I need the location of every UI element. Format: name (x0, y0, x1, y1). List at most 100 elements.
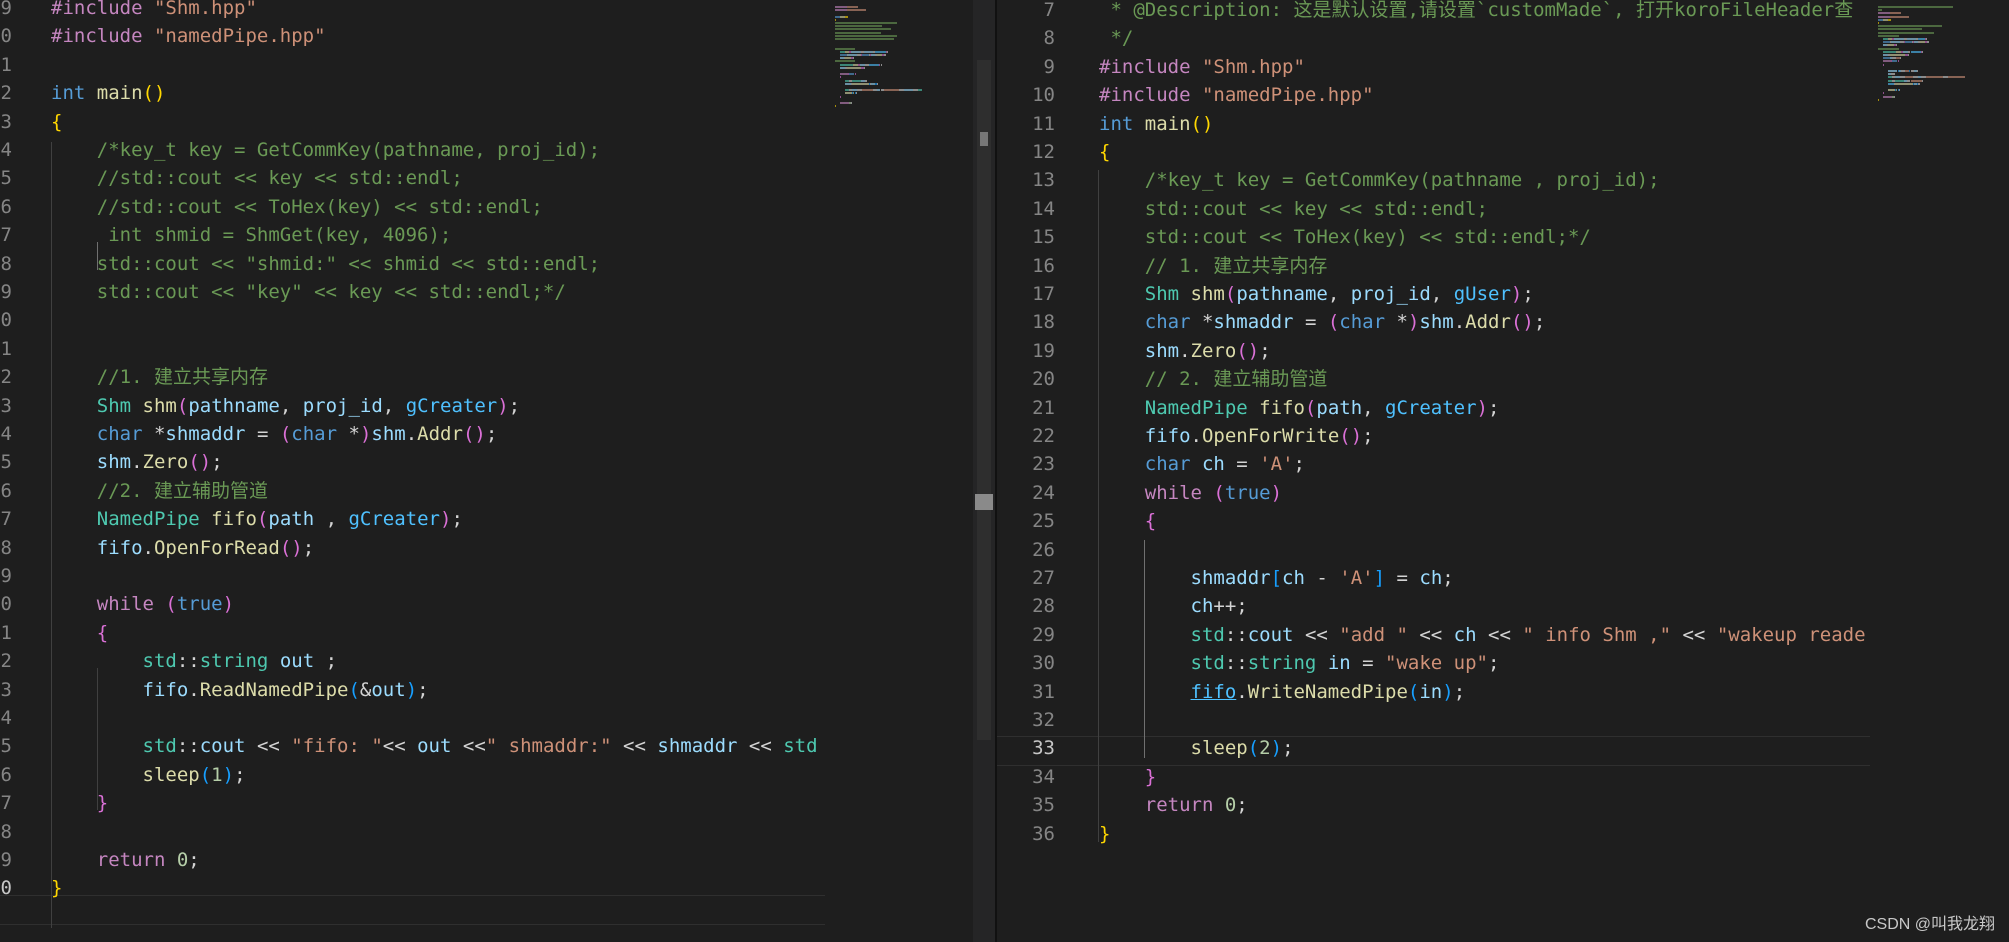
code-line[interactable]: 19 shm.Zero(); (997, 337, 1870, 365)
left-minimap[interactable] (825, 0, 973, 942)
line-code[interactable]: //1. 建立共享内存 (51, 363, 268, 391)
code-line[interactable]: 21 NamedPipe fifo(path, gCreater); (997, 394, 1870, 422)
line-code[interactable]: } (1099, 763, 1156, 791)
line-code[interactable]: { (51, 619, 108, 647)
left-editor[interactable]: 9 #include "Shm.hpp" 0 #include "namedPipe.… (0, 0, 825, 942)
scrollbar-thumb[interactable] (977, 60, 991, 740)
code-line[interactable]: 29 std::cout << "add " << ch << " info S… (997, 621, 1870, 649)
line-code[interactable]: #include "namedPipe.hpp" (51, 22, 326, 50)
code-line[interactable]: 4 /*key_t key = GetCommKey(pathname, pro… (0, 136, 825, 164)
code-line[interactable]: 2 //1. 建立共享内存 (0, 363, 825, 391)
code-line[interactable]: 8 */ (997, 24, 1870, 52)
line-code[interactable]: char ch = 'A'; (1099, 450, 1305, 478)
line-code[interactable]: shmaddr[ch - 'A'] = ch; (1099, 564, 1454, 592)
left-scrollbar[interactable] (973, 0, 995, 942)
line-code[interactable]: NamedPipe fifo(path, gCreater); (1099, 394, 1500, 422)
code-line[interactable]: 6 sleep(1); (0, 761, 825, 789)
line-code[interactable]: int main() (1099, 110, 1213, 138)
line-code[interactable]: std::cout << key << std::endl; (1099, 195, 1488, 223)
code-line[interactable]: 16 // 1. 建立共享内存 (997, 252, 1870, 280)
code-line[interactable]: 18 char *shmaddr = (char *)shm.Addr(); (997, 308, 1870, 336)
line-code[interactable]: fifo.ReadNamedPipe(&out); (51, 676, 429, 704)
right-minimap[interactable] (1870, 0, 2009, 942)
line-code[interactable]: * @Description: 这是默认设置,请设置`customMade`, … (1099, 0, 1853, 24)
code-line[interactable]: 27 shmaddr[ch - 'A'] = ch; (997, 564, 1870, 592)
line-code[interactable]: char *shmaddr = (char *)shm.Addr(); (1099, 308, 1546, 336)
code-line[interactable]: 32 (997, 706, 1870, 734)
line-code[interactable]: } (51, 789, 108, 817)
code-line[interactable]: 9 (0, 562, 825, 590)
line-code[interactable]: fifo.OpenForRead(); (51, 534, 314, 562)
code-line[interactable]: 33 sleep(2); (997, 734, 1870, 762)
code-line[interactable]: 9 #include "Shm.hpp" (0, 0, 825, 22)
line-code[interactable]: while (true) (1099, 479, 1282, 507)
line-code[interactable]: Shm shm(pathname, proj_id, gUser); (1099, 280, 1534, 308)
code-line[interactable]: 2 int main() (0, 79, 825, 107)
line-code[interactable]: std::cout << ToHex(key) << std::endl;*/ (1099, 223, 1591, 251)
line-code[interactable]: #include "namedPipe.hpp" (1099, 81, 1374, 109)
line-code[interactable]: // 2. 建立辅助管道 (1099, 365, 1328, 393)
line-code[interactable]: //std::cout << key << std::endl; (51, 164, 463, 192)
code-line[interactable]: 20 // 2. 建立辅助管道 (997, 365, 1870, 393)
line-code[interactable]: /*key_t key = GetCommKey(pathname , proj… (1099, 166, 1660, 194)
code-line[interactable]: 25 { (997, 507, 1870, 535)
line-code[interactable]: int main() (51, 79, 165, 107)
line-code[interactable]: std::cout << "key" << key << std::endl;*… (51, 278, 566, 306)
line-code[interactable]: std::string in = "wake up"; (1099, 649, 1500, 677)
code-line[interactable]: 8 std::cout << "shmid:" << shmid << std:… (0, 250, 825, 278)
code-line[interactable]: 3 Shm shm(pathname, proj_id, gCreater); (0, 392, 825, 420)
line-code[interactable]: std::cout << "fifo: "<< out <<" shmaddr:… (51, 732, 818, 760)
line-code[interactable]: } (1099, 820, 1110, 848)
code-line[interactable]: 1 { (0, 619, 825, 647)
right-editor[interactable]: 7 * @Description: 这是默认设置,请设置`customMade`… (997, 0, 1870, 942)
code-line[interactable]: 28 ch++; (997, 592, 1870, 620)
line-code[interactable]: while (true) (51, 590, 234, 618)
line-code[interactable]: ch++; (1099, 592, 1248, 620)
code-line[interactable]: 11 int main() (997, 110, 1870, 138)
code-line[interactable]: 8 fifo.OpenForRead(); (0, 534, 825, 562)
line-code[interactable]: */ (1099, 24, 1133, 52)
code-line[interactable]: 5 //std::cout << key << std::endl; (0, 164, 825, 192)
code-line[interactable]: 6 //std::cout << ToHex(key) << std::endl… (0, 193, 825, 221)
code-line[interactable]: 9 std::cout << "key" << key << std::endl… (0, 278, 825, 306)
code-line[interactable]: 4 (0, 704, 825, 732)
line-code[interactable]: fifo.OpenForWrite(); (1099, 422, 1374, 450)
code-line[interactable]: 14 std::cout << key << std::endl; (997, 195, 1870, 223)
code-line[interactable]: 26 (997, 536, 1870, 564)
code-line[interactable]: 35 return 0; (997, 791, 1870, 819)
code-line[interactable]: 15 std::cout << ToHex(key) << std::endl;… (997, 223, 1870, 251)
code-line[interactable]: 0 while (true) (0, 590, 825, 618)
line-code[interactable]: } (51, 874, 62, 902)
code-line[interactable]: 4 char *shmaddr = (char *)shm.Addr(); (0, 420, 825, 448)
line-code[interactable]: { (1099, 507, 1156, 535)
line-code[interactable]: shm.Zero(); (51, 448, 223, 476)
code-line[interactable]: 30 std::string in = "wake up"; (997, 649, 1870, 677)
line-code[interactable]: int shmid = ShmGet(key, 4096); (51, 221, 451, 249)
code-line[interactable]: 23 char ch = 'A'; (997, 450, 1870, 478)
line-code[interactable]: return 0; (1099, 791, 1248, 819)
code-line[interactable]: 3{ (0, 108, 825, 136)
code-line[interactable]: 7 int shmid = ShmGet(key, 4096); (0, 221, 825, 249)
code-line[interactable]: 0 #include "namedPipe.hpp" (0, 22, 825, 50)
line-code[interactable]: NamedPipe fifo(path , gCreater); (51, 505, 463, 533)
line-code[interactable]: sleep(2); (1099, 734, 1294, 762)
line-code[interactable]: fifo.WriteNamedPipe(in); (1099, 678, 1466, 706)
line-code[interactable]: sleep(1); (51, 761, 246, 789)
code-line[interactable]: 2 std::string out ; (0, 647, 825, 675)
line-code[interactable]: std::cout << "add " << ch << " info Shm … (1099, 621, 1866, 649)
line-code[interactable]: { (1099, 138, 1110, 166)
line-code[interactable]: Shm shm(pathname, proj_id, gCreater); (51, 392, 520, 420)
code-line[interactable]: 8 (0, 818, 825, 846)
code-line[interactable]: 7 * @Description: 这是默认设置,请设置`customMade`… (997, 0, 1870, 24)
code-line[interactable]: 7 NamedPipe fifo(path , gCreater); (0, 505, 825, 533)
code-line[interactable]: 13 /*key_t key = GetCommKey(pathname , p… (997, 166, 1870, 194)
code-line[interactable]: 12 { (997, 138, 1870, 166)
line-code[interactable]: shm.Zero(); (1099, 337, 1271, 365)
line-code[interactable]: //std::cout << ToHex(key) << std::endl; (51, 193, 543, 221)
line-code[interactable]: #include "Shm.hpp" (51, 0, 257, 22)
line-code[interactable]: //2. 建立辅助管道 (51, 477, 268, 505)
code-line[interactable]: 5 std::cout << "fifo: "<< out <<" shmadd… (0, 732, 825, 760)
line-code[interactable]: /*key_t key = GetCommKey(pathname, proj_… (51, 136, 600, 164)
code-line[interactable]: 34 } (997, 763, 1870, 791)
code-line[interactable]: 9 return 0; (0, 846, 825, 874)
